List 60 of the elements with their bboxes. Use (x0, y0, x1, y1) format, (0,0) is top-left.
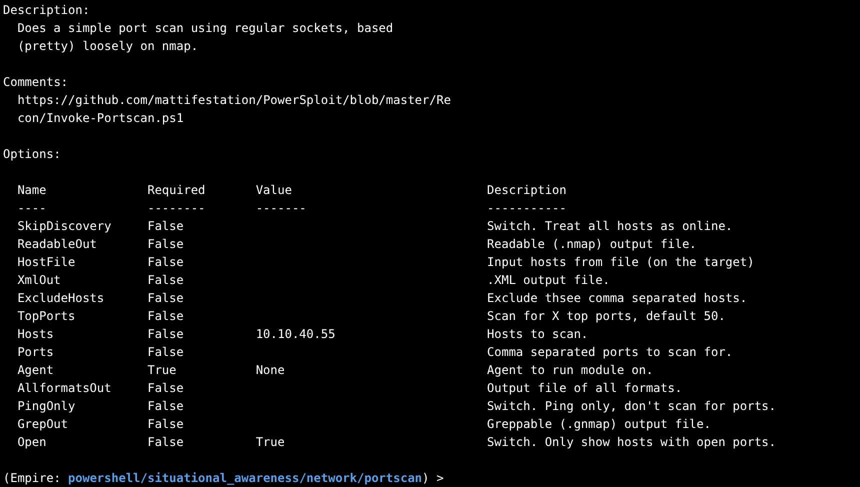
prompt-suffix: ) > (422, 470, 444, 487)
column-header: Name (17, 182, 48, 199)
table-cell: .XML output file. (487, 273, 610, 287)
table-cell: ReadableOut (17, 237, 97, 251)
header-underline: ----------- (487, 200, 568, 217)
table-cell: XmlOut (17, 273, 61, 287)
table-cell: PingOnly (17, 399, 76, 413)
table-cell: Output file of all formats. (487, 381, 682, 395)
table-cell: Hosts (17, 327, 54, 341)
table-cell: False (147, 399, 184, 413)
table-cell: True (256, 435, 285, 449)
table-cell: False (147, 291, 184, 305)
table-cell: Input hosts from file (on the target) (487, 255, 754, 269)
table-cell: False (147, 255, 184, 269)
section-text: Does a simple port scan using regular sockets, based (16, 20, 394, 37)
table-cell: Comma separated ports to scan for. (487, 345, 733, 359)
header-underline: ------- (256, 200, 308, 217)
section-heading: Options: (3, 146, 62, 163)
header-underline: -------- (147, 200, 206, 217)
table-cell: GrepOut (17, 417, 68, 431)
table-cell: 10.10.40.55 (256, 327, 336, 341)
table-cell: Switch. Treat all hosts as online. (487, 219, 733, 233)
section-heading: Comments: (3, 74, 70, 91)
table-cell: Switch. Only show hosts with open ports. (487, 435, 776, 449)
table-cell: False (147, 237, 184, 251)
table-cell: None (256, 363, 285, 377)
table-cell: HostFile (17, 255, 76, 269)
table-cell: False (147, 273, 184, 287)
table-cell: False (147, 309, 184, 323)
table-cell: False (147, 327, 184, 341)
section-text: con/Invoke-Portscan.ps1 (16, 110, 185, 127)
table-cell: Open (17, 435, 46, 449)
table-cell: False (147, 219, 184, 233)
table-cell: Exclude thsee comma separated hosts. (487, 291, 748, 305)
table-cell: Readable (.nmap) output file. (487, 237, 697, 251)
table-cell: Agent (17, 363, 54, 377)
table-cell: False (147, 381, 184, 395)
table-cell: SkipDiscovery (17, 219, 112, 233)
table-cell: ExcludeHosts (17, 291, 104, 305)
table-cell: Hosts to scan. (487, 327, 588, 341)
table-cell: False (147, 417, 184, 431)
column-header: Required (147, 182, 206, 199)
prompt-prefix: (Empire: (3, 470, 61, 487)
table-cell: False (147, 435, 184, 449)
table-cell: Scan for X top ports, default 50. (487, 309, 726, 323)
table-cell: Greppable (.gnmap) output file. (487, 417, 711, 431)
column-header: Description (487, 182, 568, 199)
table-cell: False (147, 345, 184, 359)
header-underline: ---- (17, 200, 48, 217)
table-cell: AllformatsOut (17, 381, 112, 395)
table-cell: Switch. Ping only, don't scan for ports. (487, 399, 776, 413)
table-cell: Agent to run module on. (487, 363, 654, 377)
section-heading: Description: (3, 2, 91, 19)
table-cell: Ports (17, 345, 54, 359)
column-header: Value (256, 182, 293, 199)
module-path: powershell/situational_awareness/network/portscan (68, 470, 422, 487)
table-cell: True (147, 363, 176, 377)
section-text: https://github.com/mattifestation/PowerSploit/blob/master/Re (16, 92, 452, 109)
table-cell: TopPorts (17, 309, 76, 323)
section-text: (pretty) loosely on nmap. (16, 38, 200, 55)
